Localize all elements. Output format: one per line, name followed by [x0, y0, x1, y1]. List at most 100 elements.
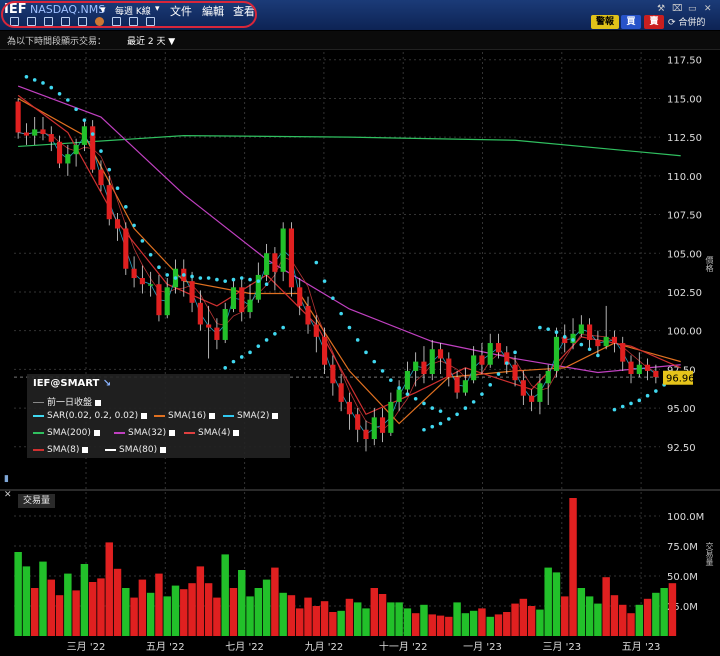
volume-bar: [511, 603, 519, 636]
volume-bar: [428, 614, 436, 636]
sar-dot: [248, 277, 252, 282]
volume-bar: [238, 570, 246, 636]
sar-dot: [264, 338, 269, 342]
volume-bar: [64, 573, 72, 636]
volume-bar: [271, 567, 279, 636]
candle-body: [214, 327, 220, 340]
volume-bar: [113, 568, 122, 636]
sar-dot: [223, 279, 227, 283]
legend-sma8[interactable]: SMA(8): [33, 445, 89, 455]
price-volume-chart[interactable]: 117.50 115.00 112.50 110.00 107.50 105.00 102.…: [0, 0, 720, 656]
sar-dot: [165, 273, 170, 277]
x-tick-label: 三月 '22: [67, 641, 106, 653]
x-tick-label: 三月 '23: [542, 641, 581, 653]
sar-dot: [32, 78, 37, 82]
legend-swatch: [33, 414, 44, 417]
volume-bar: [544, 567, 552, 636]
candle-body: [512, 364, 518, 381]
candle-body: [230, 287, 237, 309]
candle-body: [371, 417, 377, 440]
legend-checkbox[interactable]: [82, 446, 89, 453]
sar-dot: [422, 401, 426, 406]
sar-dot: [587, 347, 592, 352]
legend-checkbox[interactable]: [272, 412, 279, 419]
legend-sma200[interactable]: SMA(200): [33, 428, 100, 438]
legend-sar[interactable]: SAR(0.02, 0.2, 0.02): [33, 411, 148, 421]
legend-sma32[interactable]: SMA(32): [114, 428, 176, 438]
candle-body: [645, 364, 651, 371]
volume-bar: [619, 604, 627, 636]
candle-body: [578, 324, 584, 334]
candle-body: [603, 336, 609, 347]
sar-dot: [438, 421, 443, 426]
last-price-label: 96.96: [666, 374, 695, 385]
legend-sma16[interactable]: SMA(16): [154, 411, 216, 421]
legend-checkbox[interactable]: [93, 429, 100, 436]
sar-dot: [248, 350, 252, 355]
candle-body: [396, 389, 402, 402]
volume-bar: [130, 597, 138, 636]
panel-divider[interactable]: [0, 489, 720, 491]
candle-body: [479, 355, 485, 365]
candle-body: [587, 324, 593, 340]
sar-dot: [455, 412, 459, 417]
volume-bar: [22, 566, 31, 636]
volume-bar: [337, 610, 345, 636]
legend-checkbox[interactable]: [209, 412, 216, 419]
sar-dot: [206, 276, 211, 280]
candle-body: [280, 228, 286, 272]
volume-bar: [312, 606, 321, 636]
candle-body: [379, 417, 386, 433]
panel-pin-icon[interactable]: ▮: [4, 474, 9, 484]
candle-body: [471, 355, 477, 381]
volume-bar: [635, 604, 644, 636]
candle-body: [131, 268, 137, 279]
candle-body: [206, 324, 212, 328]
sar-dot: [90, 132, 95, 136]
legend-swatch: [33, 448, 44, 451]
candle-body: [520, 380, 526, 396]
legend-sma4[interactable]: SMA(4): [184, 428, 240, 438]
panel-close-icon[interactable]: ✕: [4, 490, 12, 500]
sar-dot: [74, 107, 78, 112]
indicator-legend: IEF@SMART ↘ 前一日收盤 SAR(0.02, 0.2, 0.02) S…: [27, 374, 290, 458]
volume-bar: [188, 583, 196, 636]
candle-body: [611, 336, 618, 344]
sar-dot: [157, 265, 161, 269]
sar-dot: [273, 331, 277, 336]
candle-body: [446, 358, 452, 378]
legend-checkbox[interactable]: [233, 429, 240, 436]
x-tick-label: 九月 '22: [305, 641, 344, 653]
legend-swatch: [184, 431, 195, 434]
candle-body: [32, 129, 38, 136]
legend-sma80[interactable]: SMA(80): [105, 445, 167, 455]
sar-dot: [389, 378, 393, 383]
candle-body: [454, 377, 460, 393]
volume-bar: [180, 589, 188, 636]
sar-dot: [107, 167, 112, 172]
sar-dot: [620, 404, 625, 409]
candle-body: [404, 370, 410, 390]
candle-body: [114, 219, 121, 229]
sar-dot: [496, 372, 501, 376]
candle-body: [322, 336, 328, 365]
legend-checkbox[interactable]: [95, 399, 102, 406]
candle-body: [363, 429, 369, 440]
price-tick-label: 102.50: [667, 288, 702, 299]
legend-checkbox[interactable]: [141, 412, 148, 419]
volume-bar: [72, 590, 80, 636]
candle-body: [487, 343, 493, 365]
sar-dot: [513, 350, 517, 355]
volume-bar: [171, 585, 180, 636]
legend-prev-close[interactable]: 前一日收盤: [33, 395, 102, 408]
volume-bar: [370, 588, 378, 636]
sar-dot: [190, 274, 194, 279]
sar-dot: [612, 407, 617, 412]
sar-dot: [413, 396, 418, 401]
legend-sma2[interactable]: SMA(2): [223, 411, 279, 421]
legend-checkbox[interactable]: [160, 446, 167, 453]
sar-dot: [488, 383, 493, 387]
legend-checkbox[interactable]: [169, 429, 176, 436]
candle-body: [197, 302, 203, 325]
volume-bar: [279, 592, 287, 636]
